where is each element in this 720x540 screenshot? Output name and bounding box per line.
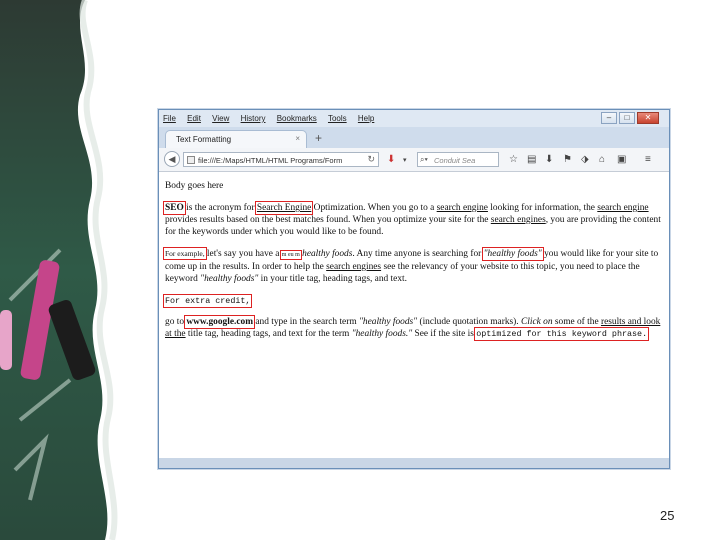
text-span: Click on bbox=[521, 317, 553, 327]
paragraph-example: For example, let's say you have a m eu m… bbox=[163, 247, 665, 285]
menu-tools[interactable]: Tools bbox=[328, 114, 347, 123]
url-bar[interactable]: file:///E:/Maps/HTML/HTML Programs/Form … bbox=[183, 152, 379, 167]
text-span: go to bbox=[165, 317, 187, 327]
extra-credit-line: For extra credit, bbox=[162, 294, 665, 308]
paragraph-seo: SEO is the acronym for Search Engine Opt… bbox=[163, 201, 665, 238]
home-icon[interactable]: ⌂ bbox=[599, 154, 605, 165]
text-span: and type in the search term bbox=[253, 317, 359, 327]
small-boxed-text: m eu m bbox=[279, 250, 302, 260]
chalkboard-decoration bbox=[0, 0, 160, 540]
menu-history[interactable]: History bbox=[241, 114, 266, 123]
tab-bar: Text Formatting × + bbox=[159, 127, 669, 148]
slide-number: 25 bbox=[660, 508, 675, 523]
maximize-icon[interactable]: □ bbox=[619, 112, 635, 124]
menu-view[interactable]: View bbox=[212, 114, 229, 123]
navigation-bar: ◀ file:///E:/Maps/HTML/HTML Programs/For… bbox=[159, 148, 669, 172]
search-engine-link[interactable]: Search Engine bbox=[254, 201, 314, 215]
tab-close-icon[interactable]: × bbox=[295, 134, 300, 143]
reading-list-icon[interactable]: ▤ bbox=[527, 154, 536, 165]
download-icon[interactable]: ⬇ bbox=[545, 154, 553, 165]
tab-text-formatting[interactable]: Text Formatting × bbox=[165, 130, 307, 148]
menu-edit[interactable]: Edit bbox=[187, 114, 201, 123]
browser-window: File Edit View History Bookmarks Tools H… bbox=[158, 109, 670, 469]
url-text: file:///E:/Maps/HTML/HTML Programs/Form bbox=[198, 156, 343, 165]
search-engine-link[interactable]: search engine bbox=[437, 203, 488, 213]
search-engine-icon[interactable]: ⌕▾ bbox=[420, 155, 428, 165]
search-engines-link[interactable]: search engines bbox=[326, 262, 381, 272]
search-engines-link[interactable]: search engines bbox=[491, 215, 546, 225]
minimize-icon[interactable]: – bbox=[601, 112, 617, 124]
menu-bar: File Edit View History Bookmarks Tools H… bbox=[159, 110, 669, 127]
new-tab-button[interactable]: + bbox=[315, 131, 322, 145]
extra-credit-box: For extra credit, bbox=[162, 294, 253, 308]
text-span: some of the bbox=[552, 317, 601, 327]
text-span: is the acronym for bbox=[183, 203, 257, 213]
addon-icon[interactable]: ⚑ bbox=[563, 154, 572, 165]
text-span: let's say you have a bbox=[204, 249, 282, 259]
menu-help[interactable]: Help bbox=[358, 114, 374, 123]
text-span: in your title tag, heading tags, and tex… bbox=[258, 274, 407, 284]
back-icon[interactable]: ◀ bbox=[164, 151, 180, 167]
page-content: Body goes here SEO is the acronym for Se… bbox=[159, 172, 669, 460]
text-span: See if the site is bbox=[412, 329, 477, 339]
text-span: Optimization. When you go to a bbox=[311, 203, 437, 213]
google-link[interactable]: www.google.com bbox=[184, 315, 256, 329]
tab-title: Text Formatting bbox=[176, 135, 232, 144]
paragraph-google: go to www.google.com and type in the sea… bbox=[165, 315, 665, 341]
download-arrow-icon[interactable]: ⬇ bbox=[387, 154, 395, 165]
text-span: "healthy foods" bbox=[358, 317, 418, 327]
save-icon[interactable]: ▣ bbox=[617, 154, 626, 165]
for-example-box: For example, bbox=[163, 247, 207, 260]
reload-icon[interactable]: ↻ bbox=[367, 154, 375, 165]
window-bottom-frame bbox=[159, 458, 669, 468]
text-span: . Any time anyone is searching for bbox=[352, 249, 484, 259]
menu-bookmarks[interactable]: Bookmarks bbox=[277, 114, 317, 123]
search-input[interactable]: ⌕▾ Conduit Sea bbox=[417, 152, 499, 167]
page-icon bbox=[187, 156, 195, 164]
optimized-phrase: optimized for this keyword phrase. bbox=[474, 327, 650, 341]
seo-term: SEO bbox=[163, 201, 186, 215]
text-span: (include quotation marks). bbox=[417, 317, 521, 327]
text-span: healthy foods bbox=[299, 249, 353, 259]
text-span: title tag, heading tags, and text for th… bbox=[185, 329, 352, 339]
text-span: "healthy foods" bbox=[200, 274, 259, 284]
search-engine-link[interactable]: search engine bbox=[597, 203, 648, 213]
intro-text: Body goes here bbox=[165, 181, 224, 191]
text-span: looking for information, the bbox=[487, 203, 598, 213]
menu-file[interactable]: File bbox=[163, 114, 176, 123]
search-placeholder: Conduit Sea bbox=[434, 156, 476, 165]
text-span: "healthy foods." bbox=[351, 329, 413, 339]
dropdown-arrow-icon[interactable]: ▾ bbox=[403, 156, 407, 164]
text-span: provides results based on the best match… bbox=[165, 215, 491, 225]
star-icon[interactable]: ☆ bbox=[509, 154, 518, 165]
healthy-foods-term: "healthy foods" bbox=[481, 247, 544, 261]
menu-icon[interactable]: ≡ bbox=[645, 154, 651, 165]
addon-icon-2[interactable]: ⬗ bbox=[581, 154, 589, 165]
close-icon[interactable]: ✕ bbox=[637, 112, 659, 124]
